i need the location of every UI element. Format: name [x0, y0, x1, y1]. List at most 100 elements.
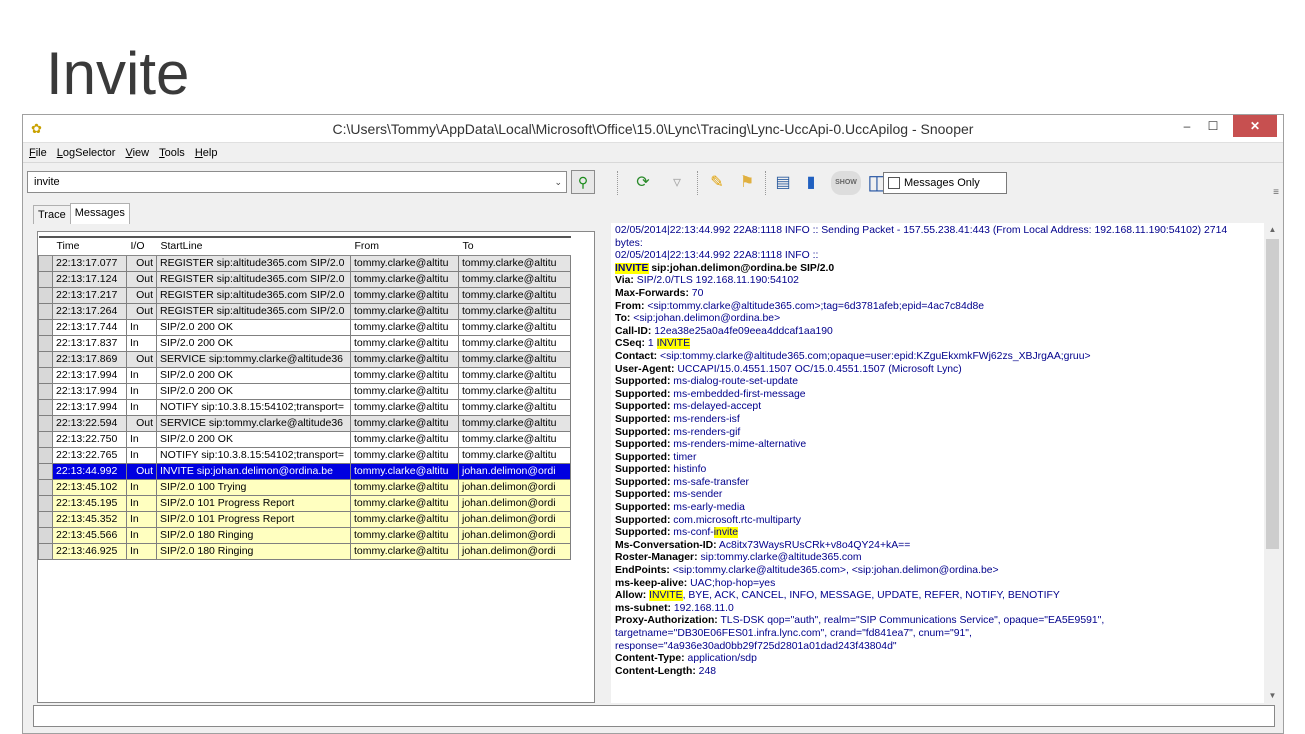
row-selector[interactable]	[38, 286, 53, 304]
magnifier-icon: ⚲	[577, 174, 589, 190]
document-icon[interactable]: ▤	[771, 171, 795, 195]
column-header-time[interactable]: Time	[52, 236, 127, 256]
detail-line: targetname="DB30E06FES01.infra.lync.com"…	[615, 628, 1257, 641]
table-row[interactable]: 22:13:17.124 Out REGISTER sip:altitude365.…	[38, 270, 571, 288]
messages-grid: Time I/O StartLine From To 22:13:17.077 O…	[37, 231, 595, 703]
search-button[interactable]: ⚲	[571, 170, 595, 194]
column-header-startline[interactable]: StartLine	[156, 236, 351, 256]
column-header-io[interactable]: I/O	[126, 236, 157, 256]
row-selector[interactable]	[38, 430, 53, 448]
table-row[interactable]: 22:13:17.837 In SIP/2.0 200 OK tommy.clarke…	[38, 334, 571, 352]
cell-to: johan.delimon@ordi	[458, 510, 571, 528]
cell-startline: SIP/2.0 101 Progress Report	[156, 510, 351, 528]
cell-from: tommy.clarke@altitu	[350, 414, 459, 432]
table-row[interactable]: 22:13:45.102 In SIP/2.0 100 Trying tommy.cl…	[38, 478, 571, 496]
notes-icon[interactable]: ▮	[799, 171, 823, 195]
detail-line: Supported: ms-dialog-route-set-update	[615, 376, 1257, 389]
chevron-down-icon[interactable]: ⌄	[554, 172, 562, 192]
minimize-button[interactable]: –	[1173, 115, 1201, 137]
table-row[interactable]: 22:13:44.992 Out INVITE sip:johan.delimon@…	[38, 462, 571, 480]
header-value: <sip:tommy.clarke@altitude365.com>, <sip…	[669, 565, 999, 577]
search-highlight: INVITE	[649, 590, 683, 602]
row-selector[interactable]	[38, 350, 53, 368]
vertical-scrollbar[interactable]: ▲ ▼	[1264, 223, 1281, 703]
tab-trace[interactable]: Trace	[33, 205, 71, 224]
detail-line: 02/05/2014|22:13:44.992 22A8:1118 INFO :…	[615, 225, 1257, 238]
row-selector[interactable]	[38, 302, 53, 320]
header-value: , BYE, ACK, CANCEL, INFO, MESSAGE, UPDAT…	[682, 590, 1060, 602]
tab-messages[interactable]: Messages	[69, 203, 130, 224]
toolbar-overflow-icon[interactable]: ≡	[1273, 187, 1279, 198]
table-row[interactable]: 22:13:46.925 In SIP/2.0 180 Ringing tommy.c…	[38, 542, 571, 560]
row-selector[interactable]	[38, 494, 53, 512]
menu-item-logselector[interactable]: LogSelector	[57, 147, 116, 159]
row-selector[interactable]	[38, 366, 53, 384]
search-value: invite	[34, 176, 60, 188]
cell-io: In	[126, 526, 157, 544]
message-detail-text: 02/05/2014|22:13:44.992 22A8:1118 INFO :…	[615, 225, 1257, 678]
table-row[interactable]: 22:13:17.994 In NOTIFY sip:10.3.8.15:54102…	[38, 398, 571, 416]
close-button[interactable]: ✕	[1233, 115, 1277, 137]
cell-time: 22:13:17.217	[52, 286, 127, 304]
table-row[interactable]: 22:13:17.217 Out REGISTER sip:altitude365.…	[38, 286, 571, 304]
header-name: Content-Length:	[615, 665, 696, 677]
table-row[interactable]: 22:13:17.994 In SIP/2.0 200 OK tommy.clarke…	[38, 366, 571, 384]
table-row[interactable]: 22:13:22.765 In NOTIFY sip:10.3.8.15:54102…	[38, 446, 571, 464]
messages-only-checkbox[interactable]: Messages Only	[883, 172, 1007, 194]
table-row[interactable]: 22:13:17.077 Out REGISTER sip:altitude365.…	[38, 254, 571, 272]
bookmark-icon[interactable]: ⚑	[735, 171, 759, 195]
scroll-up-icon[interactable]: ▲	[1264, 223, 1281, 237]
scroll-down-icon[interactable]: ▼	[1264, 689, 1281, 703]
scrollbar-thumb[interactable]	[1266, 239, 1279, 549]
cell-to: tommy.clarke@altitu	[458, 270, 571, 288]
table-row[interactable]: 22:13:17.994 In SIP/2.0 200 OK tommy.clarke…	[38, 382, 571, 400]
table-row[interactable]: 22:13:17.264 Out REGISTER sip:altitude365.…	[38, 302, 571, 320]
row-selector[interactable]	[38, 446, 53, 464]
row-selector[interactable]	[38, 382, 53, 400]
refresh-icon[interactable]: ⟳	[631, 171, 655, 195]
menu-accelerator: H	[194, 147, 203, 159]
message-detail-pane[interactable]: 02/05/2014|22:13:44.992 22A8:1118 INFO :…	[611, 223, 1281, 703]
highlight-pen-icon[interactable]: ✎	[705, 171, 729, 195]
menu-item-view[interactable]: View	[125, 147, 149, 159]
column-header-to[interactable]: To	[458, 236, 571, 256]
cell-startline: INVITE sip:johan.delimon@ordina.be	[156, 462, 351, 480]
row-selector[interactable]	[38, 254, 53, 272]
row-selector[interactable]	[38, 542, 53, 560]
menu-item-file[interactable]: File	[29, 147, 47, 159]
menu-item-label: ogSelector	[62, 147, 116, 159]
header-value: ms-embedded-first-message	[670, 388, 806, 400]
table-row[interactable]: 22:13:45.566 In SIP/2.0 180 Ringing tommy.c…	[38, 526, 571, 544]
row-selector[interactable]	[38, 398, 53, 416]
header-value: targetname="DB30E06FES01.infra.lync.com"…	[615, 628, 972, 639]
table-row[interactable]: 22:13:17.869 Out SERVICE sip:tommy.clarke@…	[38, 350, 571, 368]
row-selector[interactable]	[38, 414, 53, 432]
menu-item-label: iew	[132, 147, 150, 159]
row-selector[interactable]	[38, 318, 53, 336]
table-row[interactable]: 22:13:17.744 In SIP/2.0 200 OK tommy.clarke…	[38, 318, 571, 336]
title-bar[interactable]: ✿ C:\Users\Tommy\AppData\Local\Microsoft…	[23, 115, 1283, 143]
row-selector[interactable]	[38, 270, 53, 288]
cell-from: tommy.clarke@altitu	[350, 334, 459, 352]
show-icon[interactable]: SHOW	[831, 171, 861, 195]
maximize-button[interactable]: ☐	[1199, 115, 1227, 137]
menu-item-help[interactable]: Help	[195, 147, 218, 159]
row-selector[interactable]	[38, 526, 53, 544]
menu-accelerator: F	[29, 147, 36, 159]
row-selector[interactable]	[38, 510, 53, 528]
row-selector[interactable]	[38, 462, 53, 480]
header-value: 12ea38e25a0a4fe09eea4ddcaf1aa190	[651, 325, 833, 337]
row-selector[interactable]	[38, 478, 53, 496]
filter-icon[interactable]: ▿	[665, 171, 689, 195]
checkbox-box[interactable]	[888, 177, 900, 189]
table-row[interactable]: 22:13:45.195 In SIP/2.0 101 Progress Repor…	[38, 494, 571, 512]
detail-line: Via: SIP/2.0/TLS 192.168.11.190:54102	[615, 275, 1257, 288]
search-input[interactable]: invite ⌄	[27, 171, 567, 193]
table-row[interactable]: 22:13:22.594 Out SERVICE sip:tommy.clarke@…	[38, 414, 571, 432]
row-selector[interactable]	[38, 334, 53, 352]
column-header-from[interactable]: From	[350, 236, 459, 256]
header-value: 02/05/2014|22:13:44.992 22A8:1118 INFO :…	[615, 250, 819, 262]
menu-item-tools[interactable]: Tools	[159, 147, 185, 159]
table-row[interactable]: 22:13:22.750 In SIP/2.0 200 OK tommy.clarke…	[38, 430, 571, 448]
table-row[interactable]: 22:13:45.352 In SIP/2.0 101 Progress Repor…	[38, 510, 571, 528]
